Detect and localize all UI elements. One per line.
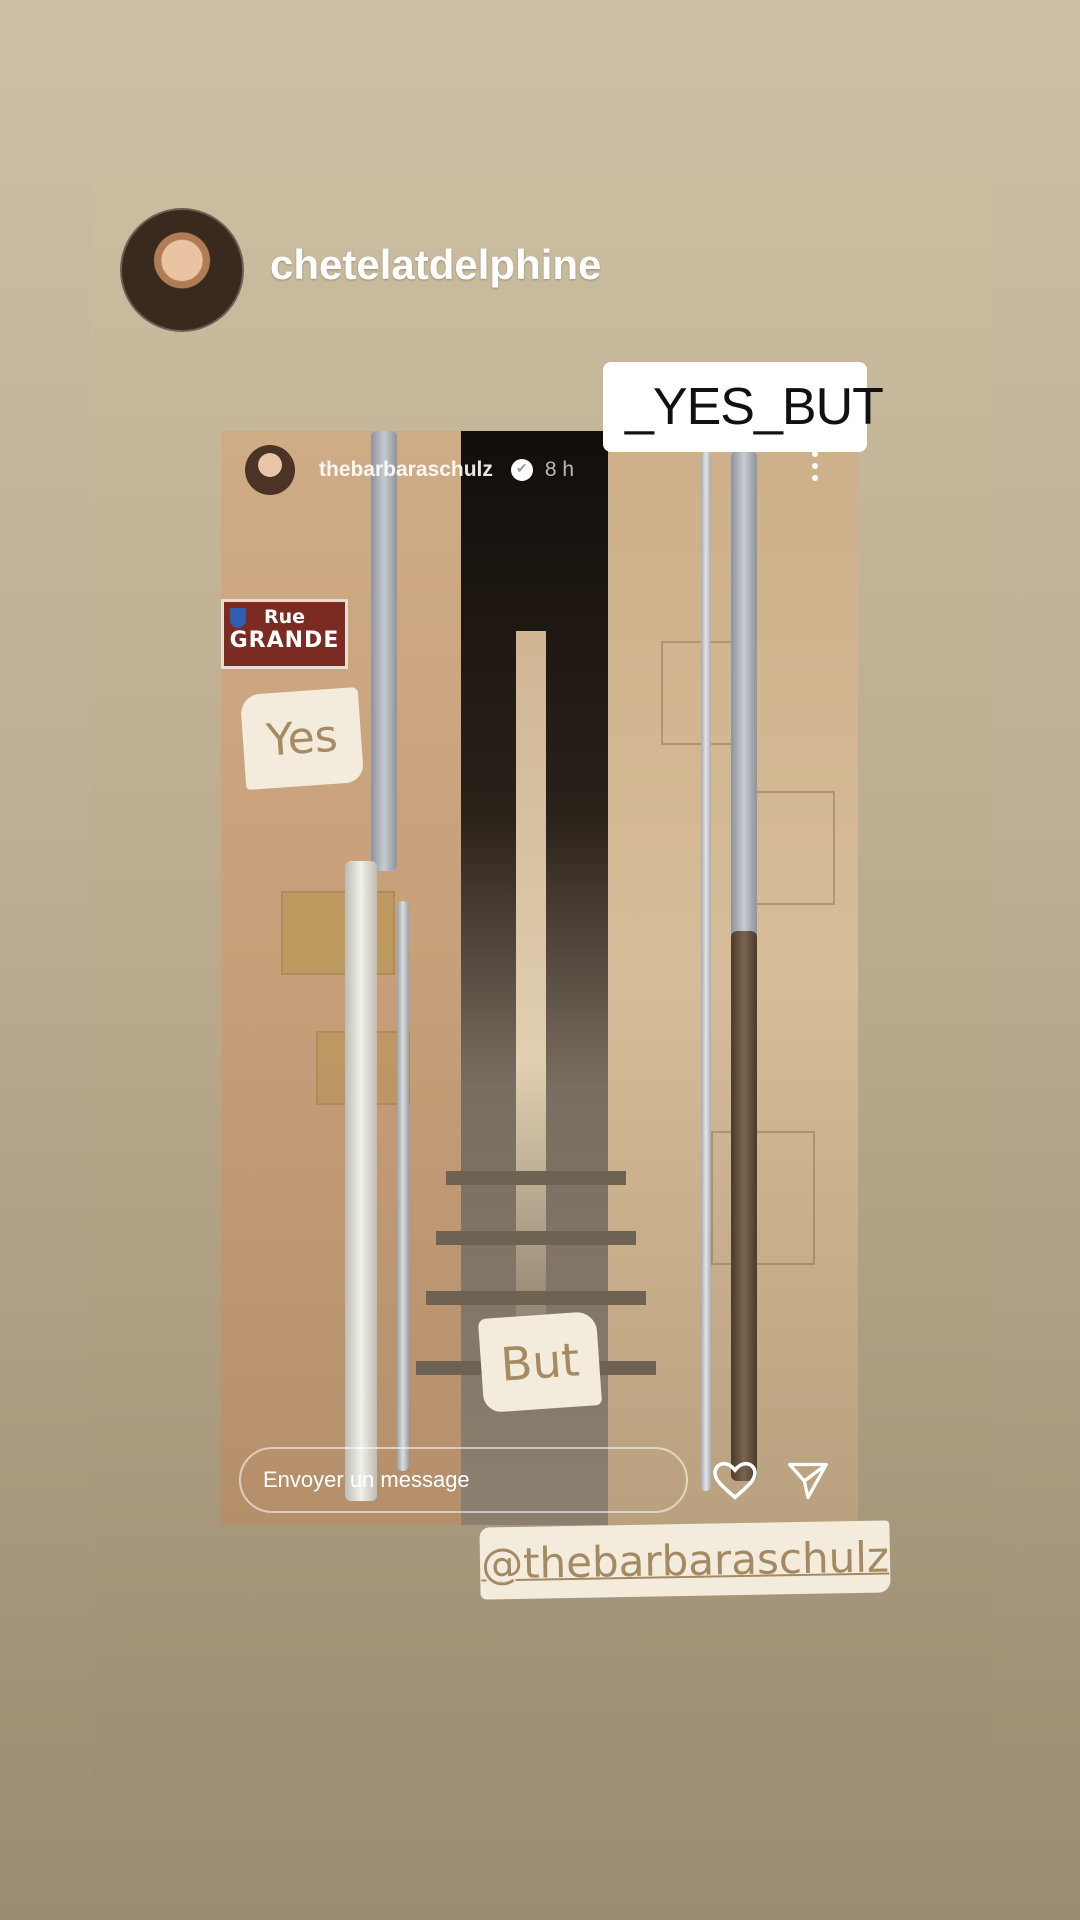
- gray-downpipe: [371, 431, 397, 871]
- street-sign-line2: GRANDE: [229, 628, 340, 653]
- send-icon[interactable]: [786, 1459, 830, 1503]
- tag-text: _YES_BUT: [625, 378, 884, 436]
- coat-of-arms-icon: [230, 608, 246, 628]
- shared-post-username[interactable]: thebarbaraschulz: [319, 458, 493, 482]
- verified-badge-icon: [510, 459, 533, 481]
- thin-pipe: [397, 901, 409, 1471]
- stone-block: [711, 1131, 815, 1265]
- rusty-downpipe: [731, 931, 757, 1481]
- shared-post-header: thebarbaraschulz 8 h: [245, 445, 574, 495]
- message-input[interactable]: Envoyer un message: [239, 1447, 688, 1513]
- yes-sticker: Yes: [239, 687, 365, 790]
- shared-post-time: 8 h: [544, 458, 575, 481]
- shared-post-avatar[interactable]: [245, 445, 295, 495]
- but-sticker: But: [477, 1310, 603, 1414]
- more-options-icon[interactable]: [812, 451, 820, 487]
- stair-step: [436, 1231, 636, 1245]
- gray-downpipe-right: [731, 451, 757, 941]
- stone-block: [281, 891, 395, 975]
- story-owner-avatar[interactable]: [120, 208, 244, 332]
- stair-step: [426, 1291, 646, 1305]
- mention-sticker[interactable]: @thebarbaraschulz: [479, 1520, 891, 1600]
- shared-post-photo[interactable]: Rue GRANDE Yes But thebarbaraschulz 8 h …: [221, 431, 858, 1525]
- white-downpipe: [345, 861, 377, 1501]
- message-placeholder: Envoyer un message: [263, 1467, 470, 1492]
- street-sign: Rue GRANDE: [221, 599, 348, 669]
- story-owner-name[interactable]: chetelatdelphine: [270, 241, 601, 289]
- heart-icon[interactable]: [713, 1461, 757, 1501]
- thin-pipe-right: [701, 451, 711, 1491]
- stone-block: [661, 641, 735, 745]
- yes-but-tag-sticker[interactable]: _YES_BUT: [603, 362, 884, 452]
- stair-step: [446, 1171, 626, 1185]
